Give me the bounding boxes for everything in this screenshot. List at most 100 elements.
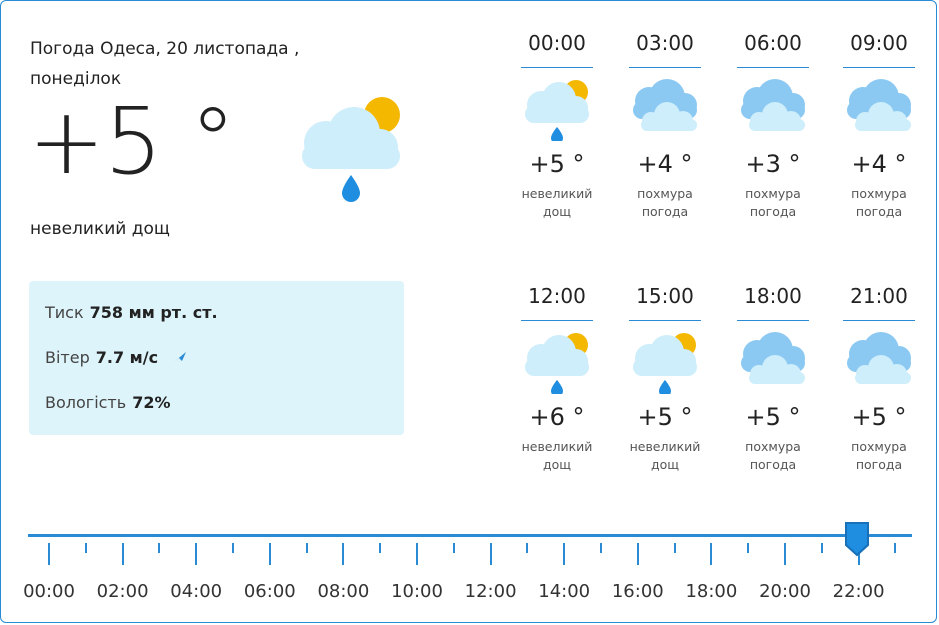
hour-desc-line: невеликий bbox=[521, 439, 593, 454]
timeline-label[interactable]: 06:00 bbox=[238, 581, 302, 602]
hour-temp: +5 ° bbox=[529, 150, 585, 178]
timeline-label[interactable]: 14:00 bbox=[532, 581, 596, 602]
timeline-label[interactable]: 12:00 bbox=[459, 581, 523, 602]
hour-desc: похмура погода bbox=[737, 185, 809, 221]
timeline-label[interactable]: 04:00 bbox=[164, 581, 228, 602]
timeline-tick bbox=[563, 543, 566, 565]
hour-desc-line: невеликий bbox=[521, 186, 593, 201]
wind-direction-icon bbox=[173, 349, 187, 368]
timeline-tick bbox=[342, 543, 345, 565]
hour-desc: похмура погода bbox=[843, 438, 915, 474]
timeline-tick bbox=[894, 543, 897, 553]
hour-desc: похмура погода bbox=[843, 185, 915, 221]
hour-desc: похмура погода bbox=[629, 185, 701, 221]
hour-time: 09:00 bbox=[843, 31, 915, 68]
overcast-icon bbox=[737, 77, 809, 141]
hour-cell[interactable]: 18:00 +5 ° похмура погода bbox=[737, 284, 809, 474]
overcast-icon bbox=[843, 330, 915, 394]
timeline-label[interactable]: 18:00 bbox=[679, 581, 743, 602]
hour-desc: похмура погода bbox=[737, 438, 809, 474]
hour-time: 03:00 bbox=[629, 31, 701, 68]
timeline-label[interactable]: 02:00 bbox=[91, 581, 155, 602]
hour-desc-line: невеликий bbox=[629, 439, 701, 454]
pressure-row: Тиск 758 мм рт. ст. bbox=[45, 303, 218, 322]
timeline-label[interactable]: 22:00 bbox=[827, 581, 891, 602]
humidity-value: 72% bbox=[132, 393, 171, 412]
hour-cell[interactable]: 00:00 +5 ° невеликий дощ bbox=[521, 31, 593, 221]
timeline-tick bbox=[710, 543, 713, 565]
timeline-tick bbox=[600, 543, 602, 553]
timeline-tick bbox=[379, 543, 382, 553]
timeline-handle[interactable] bbox=[844, 521, 870, 561]
wind-row: Вітер 7.7 м/с bbox=[45, 348, 187, 368]
hour-desc-line: погода bbox=[855, 204, 903, 219]
hour-time: 21:00 bbox=[843, 284, 915, 321]
timeline-tick bbox=[784, 543, 786, 565]
timeline-track[interactable] bbox=[28, 534, 912, 537]
hour-desc-line: дощ bbox=[542, 457, 572, 472]
hour-temp: +6 ° bbox=[529, 403, 585, 431]
timeline-tick bbox=[232, 543, 234, 553]
timeline-tick bbox=[452, 543, 455, 553]
hour-time: 00:00 bbox=[521, 31, 593, 68]
timeline-tick bbox=[416, 543, 418, 565]
hour-temp: +5 ° bbox=[851, 403, 907, 431]
hour-time: 12:00 bbox=[521, 284, 593, 321]
cloud-sun-rain-icon bbox=[521, 77, 593, 141]
wind-label: Вітер bbox=[45, 348, 90, 367]
hour-temp: +4 ° bbox=[851, 150, 907, 178]
details-panel: Тиск 758 мм рт. ст. Вітер 7.7 м/с Вологіст… bbox=[29, 281, 404, 435]
page-title: Погода Одеса, 20 листопада , понеділок bbox=[30, 39, 300, 89]
overcast-icon bbox=[843, 77, 915, 141]
timeline-tick bbox=[158, 543, 161, 553]
pressure-value: 758 мм рт. ст. bbox=[89, 303, 218, 322]
cloud-sun-rain-icon bbox=[629, 330, 701, 394]
timeline-label[interactable]: 00:00 bbox=[17, 581, 81, 602]
timeline-label[interactable]: 08:00 bbox=[311, 581, 375, 602]
hour-cell[interactable]: 21:00 +5 ° похмура погода bbox=[843, 284, 915, 474]
timeline-tick bbox=[526, 543, 529, 553]
hour-desc-line: похмура bbox=[851, 186, 907, 201]
hour-cell[interactable]: 15:00 +5 ° невеликий дощ bbox=[629, 284, 701, 474]
hour-temp: +5 ° bbox=[637, 403, 693, 431]
current-condition: невеликий дощ bbox=[30, 219, 170, 239]
hour-temp: +4 ° bbox=[637, 150, 693, 178]
hour-cell[interactable]: 12:00 +6 ° невеликий дощ bbox=[521, 284, 593, 474]
hour-desc-line: похмура bbox=[637, 186, 693, 201]
timeline-tick bbox=[489, 543, 492, 565]
timeline-label[interactable]: 10:00 bbox=[385, 581, 449, 602]
hour-desc-line: дощ bbox=[542, 204, 572, 219]
hour-desc-line: погода bbox=[749, 204, 797, 219]
hour-time: 15:00 bbox=[629, 284, 701, 321]
hour-cell[interactable]: 06:00 +3 ° похмура погода bbox=[737, 31, 809, 221]
pressure-label: Тиск bbox=[45, 303, 84, 322]
timeline-tick bbox=[48, 543, 50, 565]
timeline-label[interactable]: 20:00 bbox=[753, 581, 817, 602]
hour-cell[interactable]: 09:00 +4 ° похмура погода bbox=[843, 31, 915, 221]
wind-value: 7.7 м/с bbox=[95, 348, 159, 367]
cloud-sun-rain-icon bbox=[296, 95, 408, 211]
timeline-tick bbox=[673, 543, 676, 553]
timeline-tick bbox=[747, 543, 750, 553]
overcast-icon bbox=[629, 77, 701, 141]
timeline-tick bbox=[820, 543, 823, 553]
timeline-label[interactable]: 16:00 bbox=[606, 581, 670, 602]
hour-desc-line: похмура bbox=[745, 186, 801, 201]
timeline-tick bbox=[121, 543, 124, 565]
humidity-label: Вологість bbox=[45, 393, 127, 412]
humidity-row: Вологість 72% bbox=[45, 393, 170, 412]
cloud-sun-rain-icon bbox=[521, 330, 593, 394]
hour-temp: +3 ° bbox=[745, 150, 801, 178]
hour-cell[interactable]: 03:00 +4 ° похмура погода bbox=[629, 31, 701, 221]
hour-time: 18:00 bbox=[737, 284, 809, 321]
hour-desc-line: погода bbox=[855, 457, 903, 472]
timeline-tick bbox=[268, 543, 271, 565]
timeline-tick bbox=[305, 543, 308, 553]
timeline-tick bbox=[84, 543, 87, 553]
hour-desc-line: погода bbox=[641, 204, 689, 219]
overcast-icon bbox=[737, 330, 809, 394]
hour-desc: невеликий дощ bbox=[521, 185, 593, 221]
hour-desc-line: дощ bbox=[650, 457, 680, 472]
hour-time: 06:00 bbox=[737, 31, 809, 68]
hour-desc-line: похмура bbox=[851, 439, 907, 454]
